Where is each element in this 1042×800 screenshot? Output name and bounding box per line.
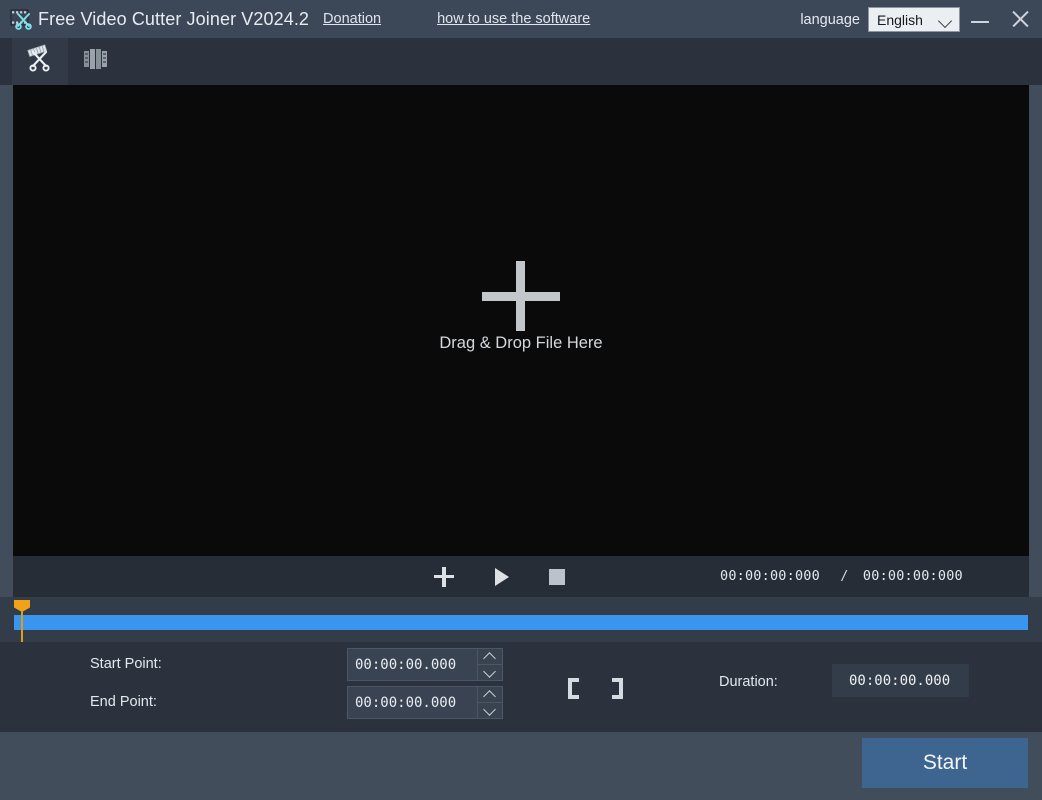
video-drop-area[interactable]: Drag & Drop File Here	[13, 85, 1029, 556]
playhead-marker-icon[interactable]	[14, 600, 30, 642]
film-join-icon	[82, 45, 110, 78]
end-point-decrement[interactable]	[478, 702, 502, 718]
end-point-input[interactable]	[348, 694, 477, 712]
stop-icon	[549, 569, 565, 585]
toolbar-item-joiner[interactable]	[68, 38, 124, 85]
start-point-field[interactable]	[347, 648, 503, 681]
end-point-increment[interactable]	[478, 687, 502, 702]
end-point-stepper[interactable]	[477, 687, 502, 718]
minimize-button[interactable]	[958, 0, 1002, 38]
start-button[interactable]: Start	[862, 738, 1028, 788]
title-bar: Free Video Cutter Joiner V2024.2 Donatio…	[0, 0, 1042, 38]
how-to-use-link[interactable]: how to use the software	[437, 11, 590, 27]
timeline-track[interactable]	[14, 615, 1028, 630]
start-point-decrement[interactable]	[478, 664, 502, 680]
current-time: 00:00:00:000	[720, 568, 820, 584]
footer: Start	[0, 732, 1042, 800]
plus-icon	[482, 270, 560, 322]
set-start-point-button[interactable]	[558, 670, 592, 706]
chevron-down-icon	[938, 14, 952, 28]
playhead-stem	[21, 611, 23, 642]
trim-controls-panel: Start Point: End Point: Duration: 00:00:…	[0, 642, 1042, 732]
toolbar-item-cutter[interactable]	[12, 38, 68, 85]
start-point-input[interactable]	[348, 656, 477, 674]
minimize-icon	[971, 21, 989, 23]
bracket-out-icon	[610, 678, 623, 699]
end-point-label: End Point:	[90, 694, 157, 710]
total-time: 00:00:00:000	[863, 568, 963, 584]
stop-button[interactable]	[537, 556, 577, 597]
language-selected-value: English	[877, 12, 923, 28]
play-icon	[495, 568, 509, 586]
end-point-field[interactable]	[347, 686, 503, 719]
duration-label: Duration:	[719, 674, 778, 690]
drop-placeholder: Drag & Drop File Here	[439, 270, 602, 353]
app-title: Free Video Cutter Joiner V2024.2	[38, 9, 309, 30]
drop-hint-text: Drag & Drop File Here	[439, 334, 602, 353]
language-select[interactable]: English	[868, 7, 960, 32]
app-icon	[10, 8, 34, 30]
app-window: Free Video Cutter Joiner V2024.2 Donatio…	[0, 0, 1042, 800]
stage-wrapper: Drag & Drop File Here 00:00:00:000 / 00:…	[0, 85, 1042, 597]
add-file-button[interactable]	[424, 556, 464, 597]
timeline[interactable]	[0, 597, 1042, 642]
start-point-label: Start Point:	[90, 656, 162, 672]
duration-value: 00:00:00.000	[832, 664, 969, 697]
donation-link[interactable]: Donation	[323, 11, 381, 27]
play-button[interactable]	[482, 556, 522, 597]
toolbar	[0, 38, 1042, 85]
start-point-stepper[interactable]	[477, 649, 502, 680]
scissors-icon	[25, 44, 55, 79]
transport-bar: 00:00:00:000 / 00:00:00:000	[13, 556, 1029, 597]
close-button[interactable]	[998, 0, 1042, 38]
time-separator: /	[840, 568, 848, 584]
set-end-point-button[interactable]	[600, 670, 634, 706]
time-readout: 00:00:00:000 / 00:00:00:000	[720, 556, 963, 597]
plus-icon	[434, 567, 454, 587]
bracket-in-icon	[568, 678, 581, 699]
start-point-increment[interactable]	[478, 649, 502, 664]
language-label: language	[800, 12, 860, 28]
